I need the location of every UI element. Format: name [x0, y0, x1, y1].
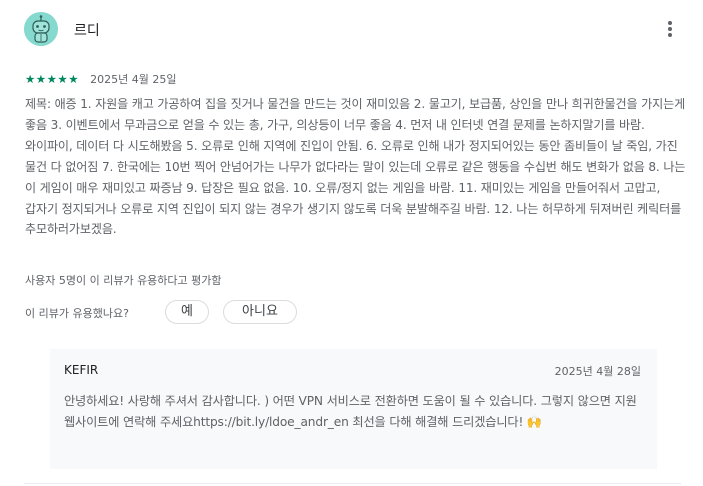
developer-reply: KEFIR 2025년 4월 28일 안녕하세요! 사랑해 주셔서 감사합니다.…: [50, 349, 657, 469]
more-vert-icon[interactable]: [656, 14, 684, 44]
review-header: 르디: [24, 12, 684, 46]
star-rating: ★★★★★: [25, 71, 80, 86]
reply-date: 2025년 4월 28일: [554, 365, 641, 378]
robot-avatar-icon: [24, 12, 58, 46]
review-card: 르디 ★★★★★ 2025년 4월 25일 제목: 애증 1. 자원을 캐고 가…: [0, 0, 703, 486]
review-date: 2025년 4월 25일: [90, 72, 177, 86]
reply-text: 안녕하세요! 사랑해 주셔서 감사합니다. ) 어떤 VPN 서비스로 전환하면…: [64, 394, 637, 429]
helpful-no-button[interactable]: 아니요: [223, 300, 297, 324]
review-author: 르디: [74, 23, 100, 39]
helpful-yes-button[interactable]: 예: [165, 300, 209, 324]
reply-developer-name: KEFIR: [64, 363, 99, 377]
divider: [24, 483, 681, 484]
review-text: 제목: 애증 1. 자원을 캐고 가공하여 집을 짓거나 물건을 만드는 것이 …: [25, 97, 686, 237]
helpful-question: 이 리뷰가 유용했나요?: [25, 307, 129, 320]
rating-row: ★★★★★ 2025년 4월 25일: [25, 68, 177, 86]
helpful-count: 사용자 5명이 이 리뷰가 유용하다고 평가함: [25, 274, 222, 287]
